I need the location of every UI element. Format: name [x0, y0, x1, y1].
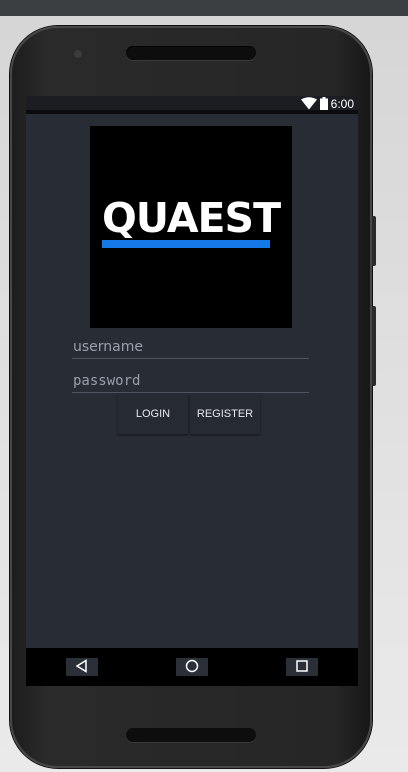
navigation-bar — [26, 648, 358, 686]
back-icon — [75, 658, 89, 677]
home-button[interactable] — [176, 658, 208, 676]
front-camera — [74, 50, 82, 58]
login-button[interactable]: LOGIN — [118, 394, 188, 434]
device-screen: 6:00 QUAEST LOGIN REGISTER — [26, 96, 358, 686]
recents-button[interactable] — [286, 658, 318, 676]
username-input[interactable] — [72, 336, 309, 358]
home-icon — [185, 658, 199, 677]
password-input[interactable] — [72, 370, 309, 392]
back-button[interactable] — [66, 658, 98, 676]
logo-underline — [102, 240, 270, 248]
bottom-speaker — [126, 728, 256, 742]
status-bar-divider — [26, 110, 358, 114]
logo-text: QUAEST — [101, 194, 281, 242]
earpiece-speaker — [126, 46, 256, 60]
recents-icon — [295, 658, 309, 677]
window-top-strip — [0, 0, 408, 16]
username-field[interactable] — [72, 336, 309, 359]
power-button[interactable] — [372, 216, 376, 266]
register-button[interactable]: REGISTER — [190, 394, 260, 434]
password-field[interactable] — [72, 370, 309, 393]
app-logo: QUAEST — [90, 126, 292, 328]
volume-button[interactable] — [372, 306, 376, 386]
